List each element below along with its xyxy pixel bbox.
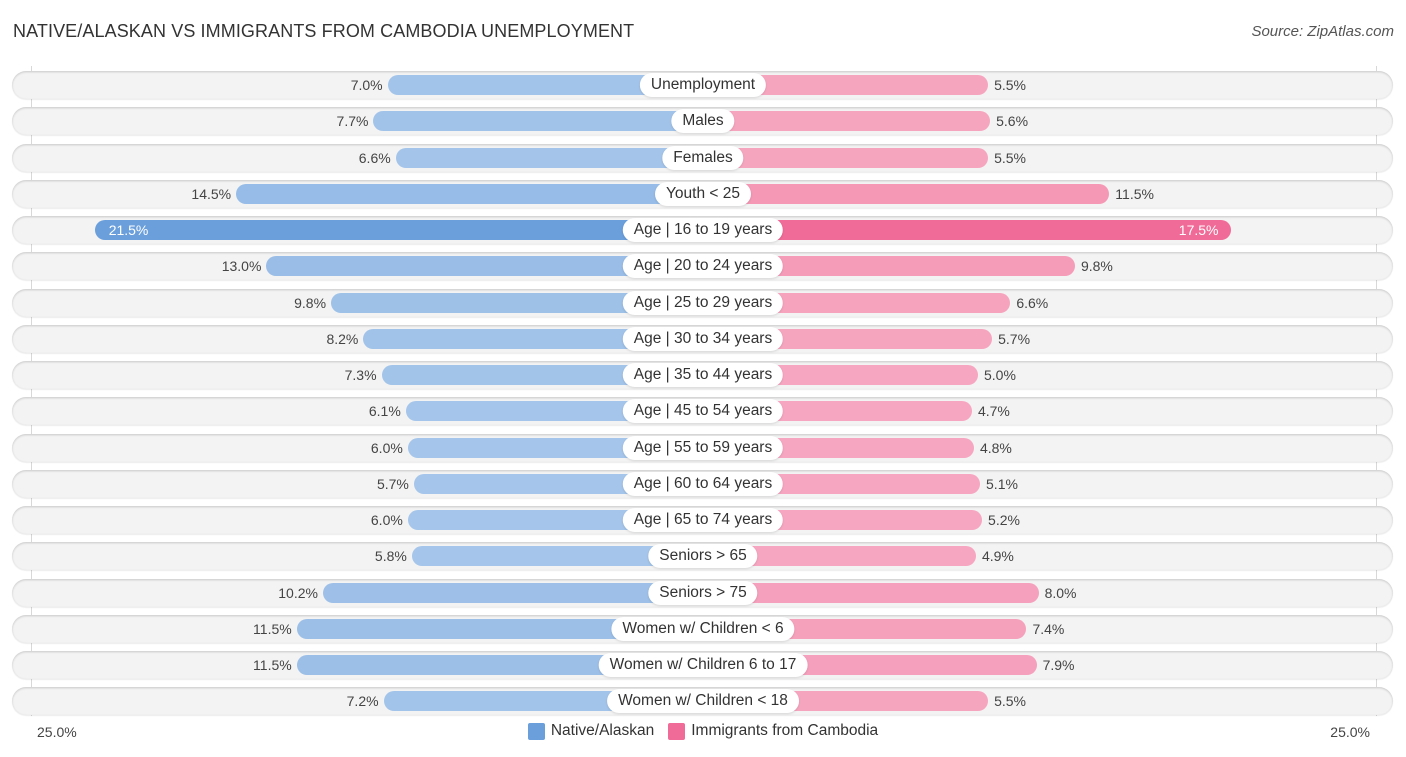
value-label-immigrants-cambodia: 4.9% xyxy=(981,548,1014,565)
bar-native-alaskan[interactable] xyxy=(94,220,703,240)
category-label: Women w/ Children 6 to 17 xyxy=(598,653,808,677)
value-label-immigrants-cambodia: 6.6% xyxy=(1016,294,1049,311)
category-label: Youth < 25 xyxy=(655,181,751,206)
value-label-native-alaskan: 6.0% xyxy=(370,512,403,528)
value-label-immigrants-cambodia: 5.5% xyxy=(994,693,1027,710)
category-label: Seniors > 75 xyxy=(648,580,758,605)
category-label: Age | 55 to 59 years xyxy=(622,435,784,460)
bar-immigrants-cambodia[interactable] xyxy=(703,147,989,168)
category-label: Age | 16 to 19 years xyxy=(622,218,784,242)
bar-native-alaskan[interactable] xyxy=(322,582,703,603)
bar-native-alaskan[interactable] xyxy=(395,147,703,168)
legend-label: Native/Alaskan xyxy=(550,722,655,739)
value-label-immigrants-cambodia: 9.8% xyxy=(1080,258,1113,275)
category-label: Unemployment xyxy=(639,73,767,97)
category-label: Women w/ Children < 18 xyxy=(607,689,799,714)
category-label: Females xyxy=(662,145,744,170)
value-label-immigrants-cambodia: 17.5% xyxy=(1178,222,1219,238)
value-label-native-alaskan: 6.1% xyxy=(368,403,401,420)
value-label-native-alaskan: 7.3% xyxy=(344,367,377,383)
category-label: Males xyxy=(671,109,735,134)
category-label: Age | 25 to 29 years xyxy=(622,290,784,315)
category-label: Age | 20 to 24 years xyxy=(622,254,784,279)
legend-swatch-native-alaskan xyxy=(527,722,545,740)
value-label-native-alaskan: 11.5% xyxy=(253,620,292,637)
category-label: Seniors > 65 xyxy=(648,544,758,569)
category-label: Age | 65 to 74 years xyxy=(622,508,784,532)
value-label-immigrants-cambodia: 4.7% xyxy=(977,403,1010,420)
bar-immigrants-cambodia[interactable] xyxy=(703,111,991,132)
legend-label: Immigrants from Cambodia xyxy=(691,722,879,739)
value-label-native-alaskan: 5.7% xyxy=(376,475,409,492)
value-label-native-alaskan: 11.5% xyxy=(253,657,292,673)
value-label-immigrants-cambodia: 5.1% xyxy=(986,475,1018,492)
value-label-native-alaskan: 13.0% xyxy=(221,258,262,275)
category-label: Age | 30 to 34 years xyxy=(622,326,784,351)
value-label-immigrants-cambodia: 8.0% xyxy=(1044,584,1077,601)
value-label-immigrants-cambodia: 5.2% xyxy=(988,512,1020,528)
legend-swatch-immigrants-cambodia xyxy=(668,722,686,740)
value-label-native-alaskan: 6.0% xyxy=(370,439,403,456)
category-label: Women w/ Children < 6 xyxy=(611,616,795,641)
legend: Native/Alaskan Immigrants from Cambodia xyxy=(0,722,1406,740)
bar-native-alaskan[interactable] xyxy=(373,111,703,132)
value-label-immigrants-cambodia: 4.8% xyxy=(979,439,1012,456)
value-label-native-alaskan: 21.5% xyxy=(108,222,149,238)
value-label-native-alaskan: 8.2% xyxy=(326,330,359,347)
category-label: Age | 35 to 44 years xyxy=(622,363,784,387)
value-label-native-alaskan: 14.5% xyxy=(191,185,232,202)
category-label: Age | 45 to 54 years xyxy=(622,399,784,424)
value-label-immigrants-cambodia: 5.5% xyxy=(994,149,1027,166)
category-label: Age | 60 to 64 years xyxy=(622,471,784,496)
value-label-native-alaskan: 9.8% xyxy=(294,294,327,311)
value-label-native-alaskan: 5.8% xyxy=(374,548,407,565)
value-label-immigrants-cambodia: 7.4% xyxy=(1032,620,1065,637)
value-label-native-alaskan: 10.2% xyxy=(278,584,318,601)
value-label-native-alaskan: 6.6% xyxy=(358,149,391,166)
value-label-immigrants-cambodia: 5.6% xyxy=(996,113,1029,130)
bar-native-alaskan[interactable] xyxy=(236,183,703,204)
value-label-native-alaskan: 7.7% xyxy=(336,113,369,130)
value-label-immigrants-cambodia: 5.5% xyxy=(994,77,1027,93)
value-label-immigrants-cambodia: 5.7% xyxy=(998,330,1031,347)
value-label-native-alaskan: 7.2% xyxy=(346,693,379,710)
legend-item-immigrants-cambodia[interactable]: Immigrants from Cambodia xyxy=(668,722,878,740)
value-label-immigrants-cambodia: 5.0% xyxy=(984,367,1016,383)
legend-item-native-alaskan[interactable]: Native/Alaskan xyxy=(527,722,655,740)
value-label-native-alaskan: 7.0% xyxy=(350,77,383,93)
chart-area: Unemployment 7.0% 5.5% Males 7.7% 5.6% Females… xyxy=(0,0,1406,757)
value-label-immigrants-cambodia: 7.9% xyxy=(1042,657,1075,673)
bar-immigrants-cambodia[interactable] xyxy=(703,183,1110,204)
value-label-immigrants-cambodia: 11.5% xyxy=(1115,185,1154,202)
